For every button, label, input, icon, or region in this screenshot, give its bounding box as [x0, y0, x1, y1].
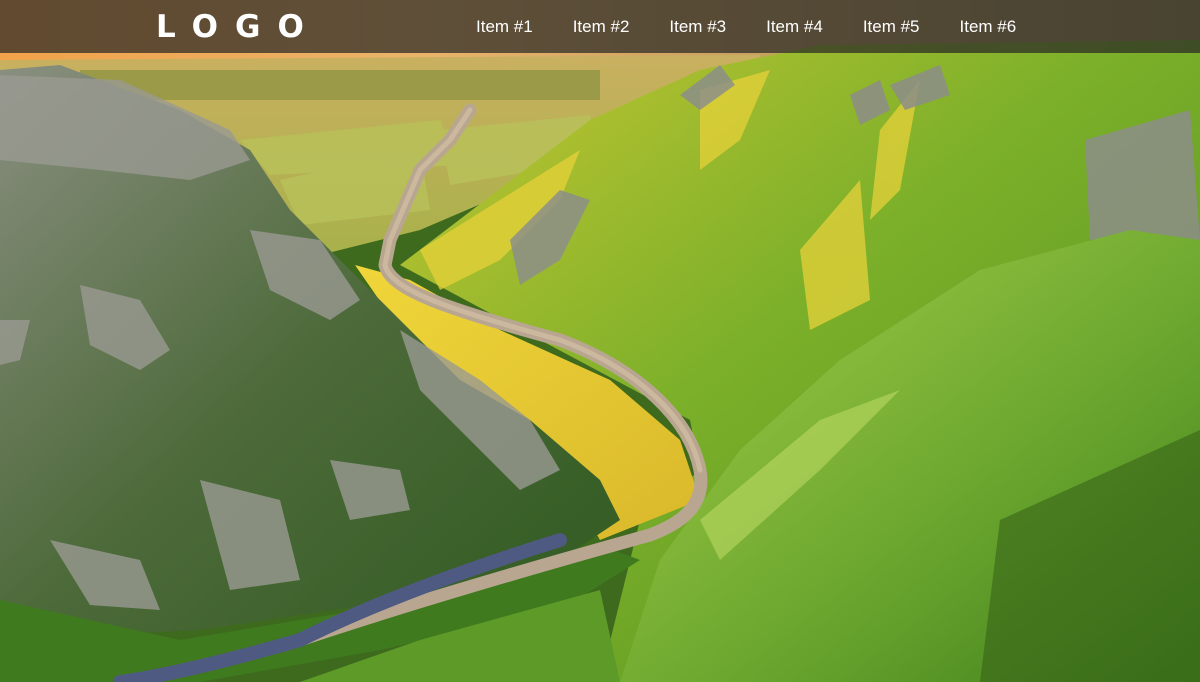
top-navbar: LOGO Item #1 Item #2 Item #3 Item #4 Ite… [0, 0, 1200, 53]
nav-item-5[interactable]: Item #5 [863, 0, 920, 53]
nav-item-6[interactable]: Item #6 [960, 0, 1017, 53]
nav-item-4[interactable]: Item #4 [766, 0, 823, 53]
nav-item-1[interactable]: Item #1 [476, 0, 533, 53]
nav-item-2[interactable]: Item #2 [573, 0, 630, 53]
site-logo[interactable]: LOGO [156, 9, 321, 45]
page: LOGO Item #1 Item #2 Item #3 Item #4 Ite… [0, 0, 1200, 682]
hero-background-image [0, 0, 1200, 682]
nav-item-3[interactable]: Item #3 [669, 0, 726, 53]
nav-menu: Item #1 Item #2 Item #3 Item #4 Item #5 … [476, 0, 1016, 53]
